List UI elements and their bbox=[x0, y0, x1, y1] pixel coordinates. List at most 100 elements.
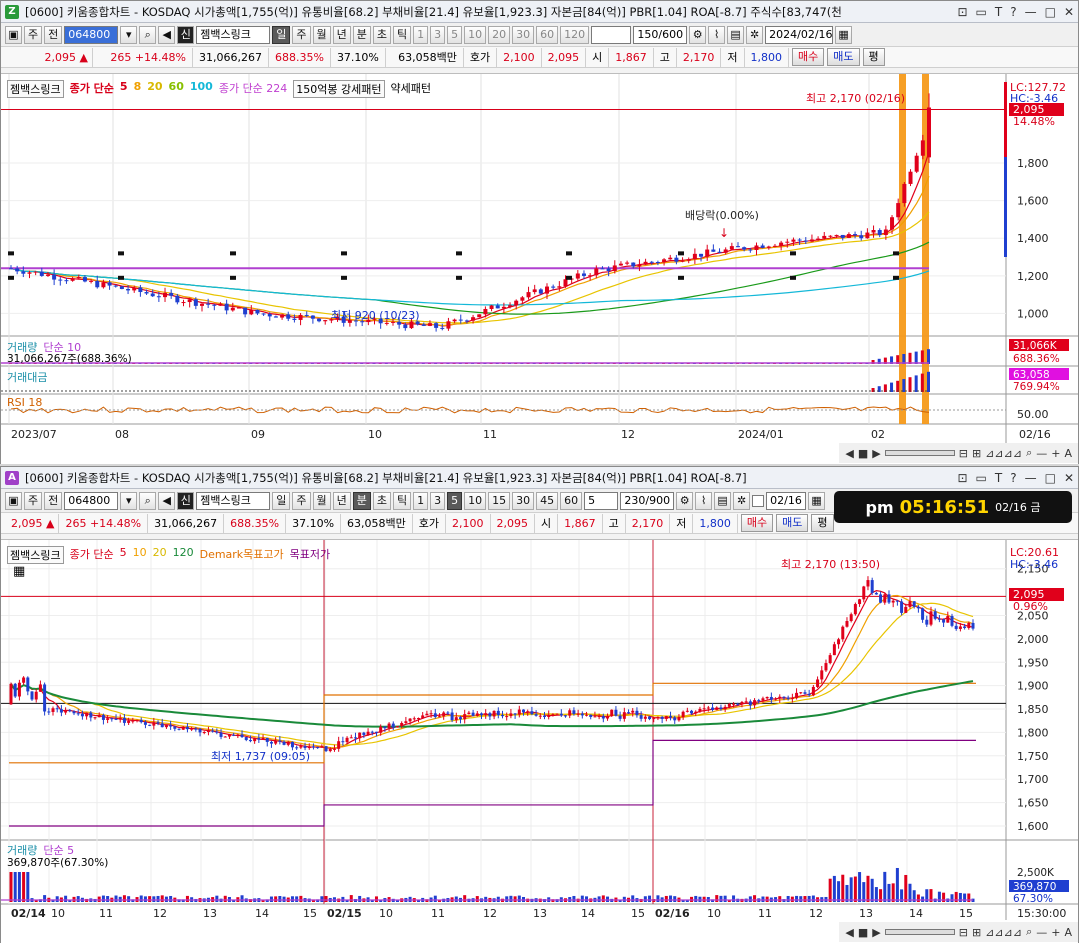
amount-label[interactable]: 거래대금 bbox=[7, 369, 47, 385]
period-minute[interactable]: 분 bbox=[352, 491, 371, 510]
sell-button[interactable]: 매도 bbox=[827, 48, 860, 66]
eval-button[interactable]: 평 bbox=[811, 514, 834, 532]
calendar-icon[interactable]: ▦ bbox=[835, 25, 853, 44]
date-input[interactable]: 2024/02/16 bbox=[765, 25, 834, 44]
interval-30[interactable]: 30 bbox=[512, 491, 535, 510]
interval-45[interactable]: 45 bbox=[536, 491, 559, 510]
period-week[interactable]: 주 bbox=[292, 491, 311, 510]
tool-icons[interactable]: ⊿⊿⊿⊿ bbox=[985, 926, 1022, 939]
stop-icon[interactable]: ■ bbox=[858, 926, 868, 939]
legend-ma-label[interactable]: 종가 단순 bbox=[70, 546, 114, 564]
all-select[interactable]: 전 bbox=[44, 25, 63, 44]
legend-ma-label[interactable]: 종가 단순 bbox=[70, 80, 114, 98]
plus-icon[interactable]: + bbox=[1051, 926, 1060, 939]
stop-icon[interactable]: ■ bbox=[858, 447, 868, 460]
minus-icon[interactable]: — bbox=[1036, 926, 1047, 939]
table-icon[interactable]: ▦ bbox=[13, 564, 25, 579]
interval-10[interactable]: 10 bbox=[464, 491, 487, 510]
eval-button[interactable]: 평 bbox=[862, 48, 885, 66]
count-input[interactable]: 230/900 bbox=[620, 491, 675, 510]
font-icon[interactable]: T bbox=[995, 5, 1002, 19]
stock-code-input[interactable]: 064800 bbox=[64, 25, 119, 44]
period-tick[interactable]: 틱 bbox=[393, 25, 412, 44]
tool-icons[interactable]: ⊿⊿⊿⊿ bbox=[985, 447, 1022, 460]
rsi-label[interactable]: RSI 18 bbox=[7, 396, 42, 409]
period-tick[interactable]: 틱 bbox=[393, 491, 412, 510]
new-icon[interactable]: 신 bbox=[177, 491, 195, 510]
speaker-icon[interactable]: ◀ bbox=[158, 25, 176, 44]
font-size-icon[interactable]: A bbox=[1064, 447, 1072, 460]
indicator-icon[interactable]: ⚙ bbox=[689, 25, 707, 44]
interval-15[interactable]: 15 bbox=[488, 491, 511, 510]
minute-candle-chart[interactable]: 2,1502,0502,0001,9501,9001,8501,8001,750… bbox=[1, 540, 1078, 943]
legend-ma8[interactable]: 8 bbox=[134, 80, 142, 98]
interval-input[interactable]: 5 bbox=[584, 491, 619, 510]
zoom-out-icon[interactable]: ⊟ bbox=[959, 447, 968, 460]
interval-3[interactable]: 3 bbox=[430, 25, 446, 44]
legend-ma20[interactable]: 20 bbox=[153, 546, 167, 564]
interval-30[interactable]: 30 bbox=[512, 25, 535, 44]
minus-icon[interactable]: — bbox=[1036, 447, 1047, 460]
minute-chart-area[interactable]: 2,150 2,050 2,000 1,950 1,900 1,850 1,800 1,750… bbox=[1, 539, 1078, 943]
help-icon[interactable]: ? bbox=[1010, 5, 1016, 19]
interval-input[interactable] bbox=[591, 25, 632, 44]
maximize-icon[interactable]: □ bbox=[1045, 471, 1056, 485]
speaker-icon[interactable]: ◀ bbox=[158, 491, 176, 510]
font-icon[interactable]: T bbox=[995, 471, 1002, 485]
interval-5[interactable]: 5 bbox=[447, 491, 463, 510]
period-month[interactable]: 월 bbox=[312, 25, 331, 44]
market-select[interactable]: 주 bbox=[24, 491, 43, 510]
zoom-in-icon[interactable]: ⊞ bbox=[972, 447, 981, 460]
settings-icon[interactable]: ✲ bbox=[746, 25, 764, 44]
daily-candle-chart[interactable]: 2023/07 08 09 10 11 12 2024/01 02 02/16 1,800 1,60… bbox=[1, 74, 1078, 464]
font-size-icon[interactable]: A bbox=[1064, 926, 1072, 939]
search-icon[interactable]: ⌕ bbox=[139, 25, 157, 44]
dropdown-icon[interactable]: ▾ bbox=[120, 491, 138, 510]
close-icon[interactable]: ✕ bbox=[1064, 471, 1074, 485]
daily-chart-area[interactable]: 2023/07 08 09 10 11 12 2024/01 02 02/16 1,800 1,60… bbox=[1, 73, 1078, 464]
date-checkbox[interactable] bbox=[752, 494, 765, 507]
period-year[interactable]: 년 bbox=[332, 25, 351, 44]
scroll-left-icon[interactable]: ◀ bbox=[845, 926, 853, 939]
interval-60[interactable]: 60 bbox=[536, 25, 559, 44]
dropdown-icon[interactable]: ▾ bbox=[120, 25, 138, 44]
market-select[interactable]: 주 bbox=[24, 25, 43, 44]
period-second[interactable]: 초 bbox=[372, 491, 391, 510]
interval-1[interactable]: 1 bbox=[413, 491, 429, 510]
period-day[interactable]: 일 bbox=[272, 25, 291, 44]
settings-icon[interactable]: ✲ bbox=[733, 491, 751, 510]
interval-10[interactable]: 10 bbox=[464, 25, 487, 44]
close-icon[interactable]: ✕ bbox=[1064, 5, 1074, 19]
scroll-left-icon[interactable]: ◀ bbox=[845, 447, 853, 460]
sell-button[interactable]: 매도 bbox=[776, 514, 809, 532]
period-month[interactable]: 월 bbox=[312, 491, 331, 510]
restore-icon[interactable]: ▭ bbox=[976, 471, 987, 485]
count-input[interactable]: 150/600 bbox=[633, 25, 688, 44]
help-icon[interactable]: ? bbox=[1010, 471, 1016, 485]
minimize-icon[interactable]: — bbox=[1025, 471, 1037, 485]
link-icon[interactable]: ⊡ bbox=[957, 471, 967, 485]
legend-ma5[interactable]: 5 bbox=[120, 80, 128, 98]
scroll-right-icon[interactable]: ▶ bbox=[872, 926, 880, 939]
zoom-out-icon[interactable]: ⊟ bbox=[959, 926, 968, 939]
legend-ma5[interactable]: 5 bbox=[120, 546, 127, 564]
save-icon[interactable]: ▤ bbox=[714, 491, 732, 510]
scrollbar-track[interactable] bbox=[884, 929, 955, 935]
interval-20[interactable]: 20 bbox=[488, 25, 511, 44]
search-icon[interactable]: ⌕ bbox=[139, 491, 157, 510]
title-bar[interactable]: Z [0600] 키움종합차트 - KOSDAQ 시가총액[1,755(억)] … bbox=[1, 1, 1078, 23]
legend-demark-low[interactable]: 목표저가 bbox=[290, 546, 330, 564]
date-input[interactable]: 02/16 bbox=[766, 491, 807, 510]
period-second[interactable]: 초 bbox=[372, 25, 391, 44]
legend-demark-high[interactable]: Demark목표고가 bbox=[200, 546, 284, 564]
search-chart-icon[interactable]: ⌕ bbox=[1026, 925, 1032, 939]
period-week[interactable]: 주 bbox=[292, 25, 311, 44]
period-minute[interactable]: 분 bbox=[352, 25, 371, 44]
indicator-icon[interactable]: ⚙ bbox=[676, 491, 694, 510]
legend-ma20[interactable]: 20 bbox=[147, 80, 162, 98]
interval-3[interactable]: 3 bbox=[430, 491, 446, 510]
legend-stock-name[interactable]: 젬백스링크 bbox=[7, 80, 64, 98]
link-icon[interactable]: ⊡ bbox=[957, 5, 967, 19]
period-year[interactable]: 년 bbox=[332, 491, 351, 510]
legend-ma60[interactable]: 60 bbox=[169, 80, 184, 98]
